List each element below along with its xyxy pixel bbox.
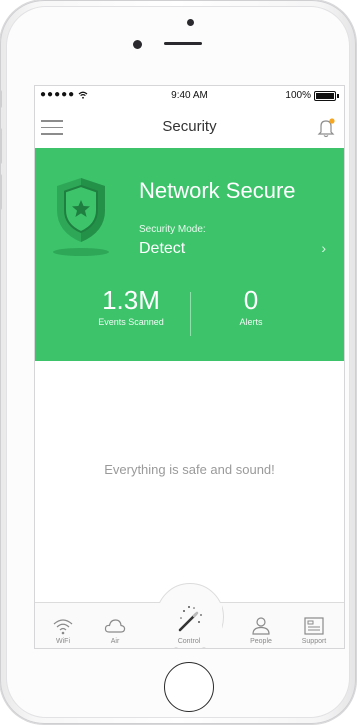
tab-wifi-label: WiFi: [56, 638, 70, 645]
tab-air-label: Air: [110, 638, 120, 645]
battery-percent: 100%: [285, 90, 311, 101]
events-scanned-value: 1.3M: [102, 285, 160, 315]
front-camera: [133, 40, 142, 49]
nav-bar: Security: [35, 106, 344, 148]
security-mode-label: Security Mode:: [139, 224, 206, 235]
chevron-right-icon[interactable]: ›: [321, 240, 326, 256]
tab-people[interactable]: People: [233, 616, 289, 645]
support-icon: [304, 617, 324, 635]
events-scanned-stat: 1.3M Events Scanned: [71, 286, 191, 327]
tab-control-label: Control: [177, 638, 201, 645]
alerts-value: 0: [243, 285, 259, 315]
volume-up-button: [0, 128, 2, 164]
security-status-panel: Network Secure Security Mode: Detect › 1…: [35, 148, 344, 361]
volume-down-button: [0, 174, 2, 210]
status-bar: ●●●●● 9:40 AM 100%: [35, 86, 344, 106]
battery-tip: [337, 93, 339, 98]
tab-people-label: People: [250, 638, 272, 645]
magic-wand-icon: [178, 606, 202, 632]
alerts-stat: 0 Alerts: [191, 286, 311, 327]
tab-control[interactable]: Control: [161, 602, 217, 645]
tab-support-label: Support: [301, 638, 327, 645]
sensor-dot: [187, 19, 194, 26]
earpiece-speaker: [164, 42, 202, 45]
tab-wifi[interactable]: WiFi: [35, 616, 91, 645]
security-status-title: Network Secure: [139, 178, 296, 203]
shield-icon: [53, 178, 109, 256]
app-screen: ●●●●● 9:40 AM 100% Security Network Secu…: [34, 85, 345, 649]
tab-air[interactable]: Air: [87, 616, 143, 645]
alerts-label: Alerts: [239, 317, 263, 327]
notification-bell-icon[interactable]: [314, 116, 338, 140]
tab-bar: WiFi Air Control People Support: [35, 583, 344, 648]
person-icon: [252, 617, 270, 635]
mute-switch: [0, 90, 2, 108]
wifi-icon: [53, 619, 73, 635]
notification-badge: [329, 118, 335, 124]
page-title: Security: [162, 118, 217, 135]
cloud-icon: [104, 619, 126, 633]
home-button[interactable]: [164, 662, 214, 712]
events-scanned-label: Events Scanned: [98, 317, 164, 327]
security-mode-value[interactable]: Detect: [139, 240, 185, 258]
tab-support[interactable]: Support: [286, 616, 342, 645]
safe-status-message: Everything is safe and sound!: [104, 462, 275, 477]
battery-icon: [314, 90, 336, 101]
